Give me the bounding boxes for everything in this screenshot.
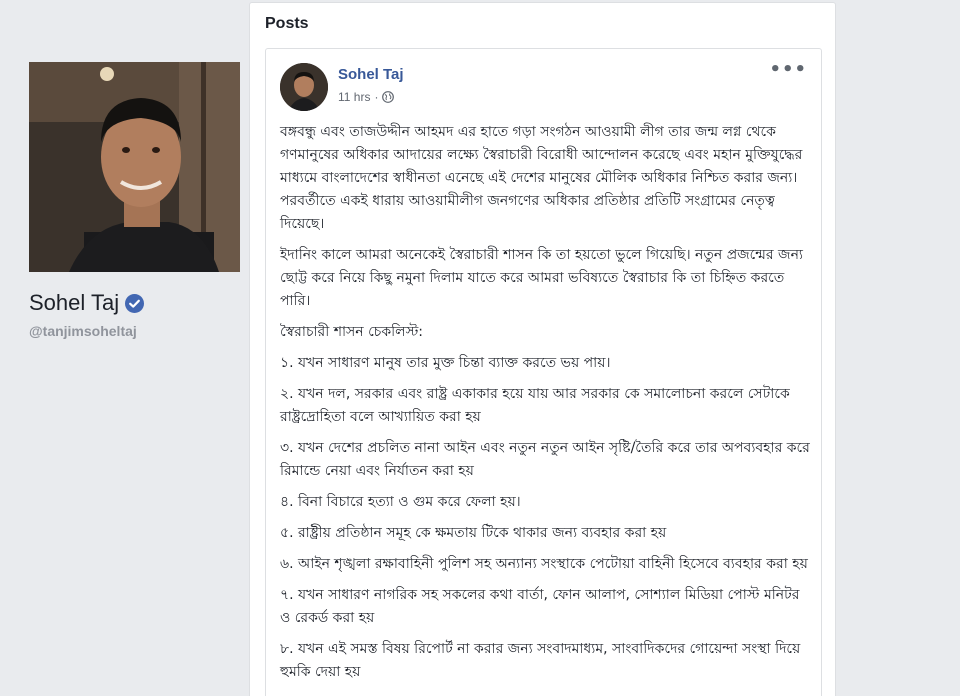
checklist-item: ৭. যখন সাধারণ নাগরিক সহ সকলের কথা বার্তা… <box>280 587 800 626</box>
meta-separator: · <box>374 90 379 104</box>
checklist-item: ৫. রাষ্ট্রীয় প্রতিষ্ঠান সমূহ কে ক্ষমতায… <box>280 525 667 541</box>
post-meta: 11 hrs · <box>338 89 395 105</box>
post-author-name[interactable]: Sohel Taj <box>338 66 404 83</box>
checklist-item: ১. যখন সাধারণ মানুষ তার মুক্ত চিন্তা ব্য… <box>280 355 611 371</box>
globe-icon[interactable] <box>382 91 395 103</box>
post-paragraph: স্বৈরাচারী শাসন চেকলিস্ট: <box>280 324 424 340</box>
post-paragraph: বঙ্গবন্ধু এবং তাজউদ্দীন আহমদ এর হাতে গড়… <box>280 124 803 232</box>
post-card: Sohel Taj 11 hrs · ••• বঙ্গবন্ধু এবং তাজ… <box>265 48 822 696</box>
checklist-item: ৪. বিনা বিচারে হত্যা ও গুম করে ফেলা হয়। <box>280 494 521 510</box>
profile-handle[interactable]: @tanjimsoheltaj <box>29 323 137 339</box>
post-author-avatar[interactable] <box>280 63 328 111</box>
profile-photo[interactable] <box>29 62 240 272</box>
checklist-item: ৮. যখন এই সমস্ত বিষয় রিপোর্ট না করার জন… <box>280 641 801 680</box>
profile-name-row: Sohel Taj <box>29 289 145 317</box>
checklist-item: ৬. আইন শৃঙ্খলা রক্ষাবাহিনী পুলিশ সহ অন্য… <box>280 556 808 572</box>
profile-name[interactable]: Sohel Taj <box>29 290 119 316</box>
post-timestamp[interactable]: 11 hrs <box>338 90 370 104</box>
verified-badge-icon <box>125 293 145 313</box>
more-options-icon[interactable]: ••• <box>769 61 807 79</box>
checklist-item: ৩. যখন দেশের প্রচলিত নানা আইন এবং নতুন ন… <box>280 440 810 479</box>
post-paragraph: ইদানিং কালে আমরা অনেকেই স্বৈরাচারী শাসন … <box>280 247 803 309</box>
posts-section-title: Posts <box>265 15 309 32</box>
checklist-item: ২. যখন দল, সরকার এবং রাষ্ট্র একাকার হয়ে… <box>280 386 790 425</box>
post-body: বঙ্গবন্ধু এবং তাজউদ্দীন আহমদ এর হাতে গড়… <box>280 121 810 692</box>
